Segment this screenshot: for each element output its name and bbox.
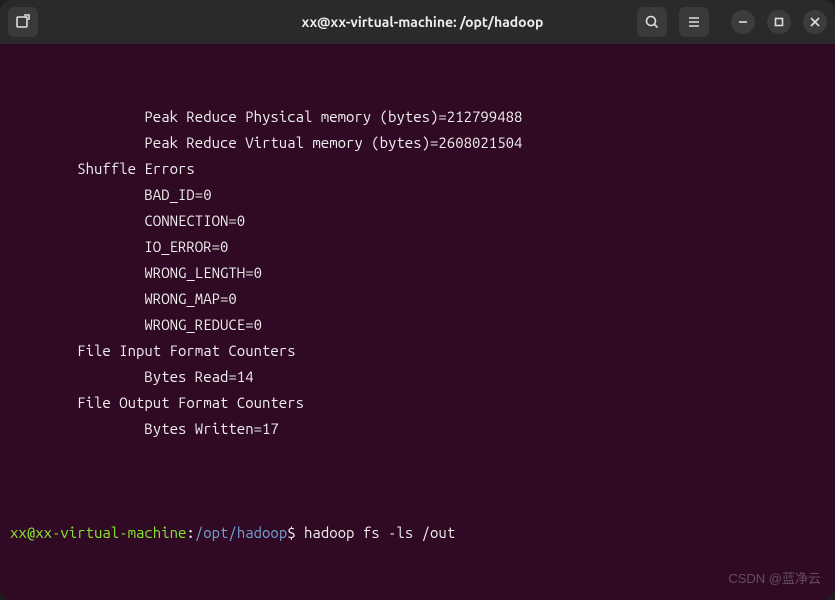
terminal-body[interactable]: Peak Reduce Physical memory (bytes)=2127…	[0, 44, 835, 600]
search-icon	[644, 14, 660, 30]
output-line: File Output Format Counters	[10, 390, 825, 416]
close-icon	[810, 17, 820, 27]
terminal-window: xx@xx-virtual-machine: /opt/hadoop	[0, 0, 835, 600]
output-line: Shuffle Errors	[10, 156, 825, 182]
output-line: WRONG_REDUCE=0	[10, 312, 825, 338]
titlebar-left	[8, 7, 208, 37]
output-line: Peak Reduce Physical memory (bytes)=2127…	[10, 104, 825, 130]
menu-button[interactable]	[679, 7, 709, 37]
titlebar-right	[637, 7, 827, 37]
watermark: CSDN @蓝净云	[728, 566, 821, 592]
maximize-icon	[774, 17, 784, 27]
output-lines: Peak Reduce Physical memory (bytes)=2127…	[10, 104, 825, 442]
hamburger-icon	[686, 14, 702, 30]
output-line: Peak Reduce Virtual memory (bytes)=26080…	[10, 130, 825, 156]
window-title: xx@xx-virtual-machine: /opt/hadoop	[216, 14, 629, 30]
maximize-button[interactable]	[767, 10, 791, 34]
command-text: hadoop fs -ls /out	[304, 524, 455, 541]
output-line: IO_ERROR=0	[10, 234, 825, 260]
new-tab-icon	[15, 14, 31, 30]
prompt-line-1: xx@xx-virtual-machine:/opt/hadoop$ hadoo…	[10, 520, 825, 546]
output-line: BAD_ID=0	[10, 182, 825, 208]
output-line: WRONG_MAP=0	[10, 286, 825, 312]
output-line: WRONG_LENGTH=0	[10, 260, 825, 286]
output-line: File Input Format Counters	[10, 338, 825, 364]
minimize-button[interactable]	[731, 10, 755, 34]
output-line: CONNECTION=0	[10, 208, 825, 234]
window-controls	[731, 10, 827, 34]
output-line: Bytes Read=14	[10, 364, 825, 390]
new-tab-button[interactable]	[8, 7, 38, 37]
minimize-icon	[738, 17, 748, 27]
close-button[interactable]	[803, 10, 827, 34]
titlebar: xx@xx-virtual-machine: /opt/hadoop	[0, 0, 835, 44]
output-line: Bytes Written=17	[10, 416, 825, 442]
prompt-user: xx@xx-virtual-machine	[10, 524, 186, 541]
prompt-path: /opt/hadoop	[195, 524, 287, 541]
search-button[interactable]	[637, 7, 667, 37]
